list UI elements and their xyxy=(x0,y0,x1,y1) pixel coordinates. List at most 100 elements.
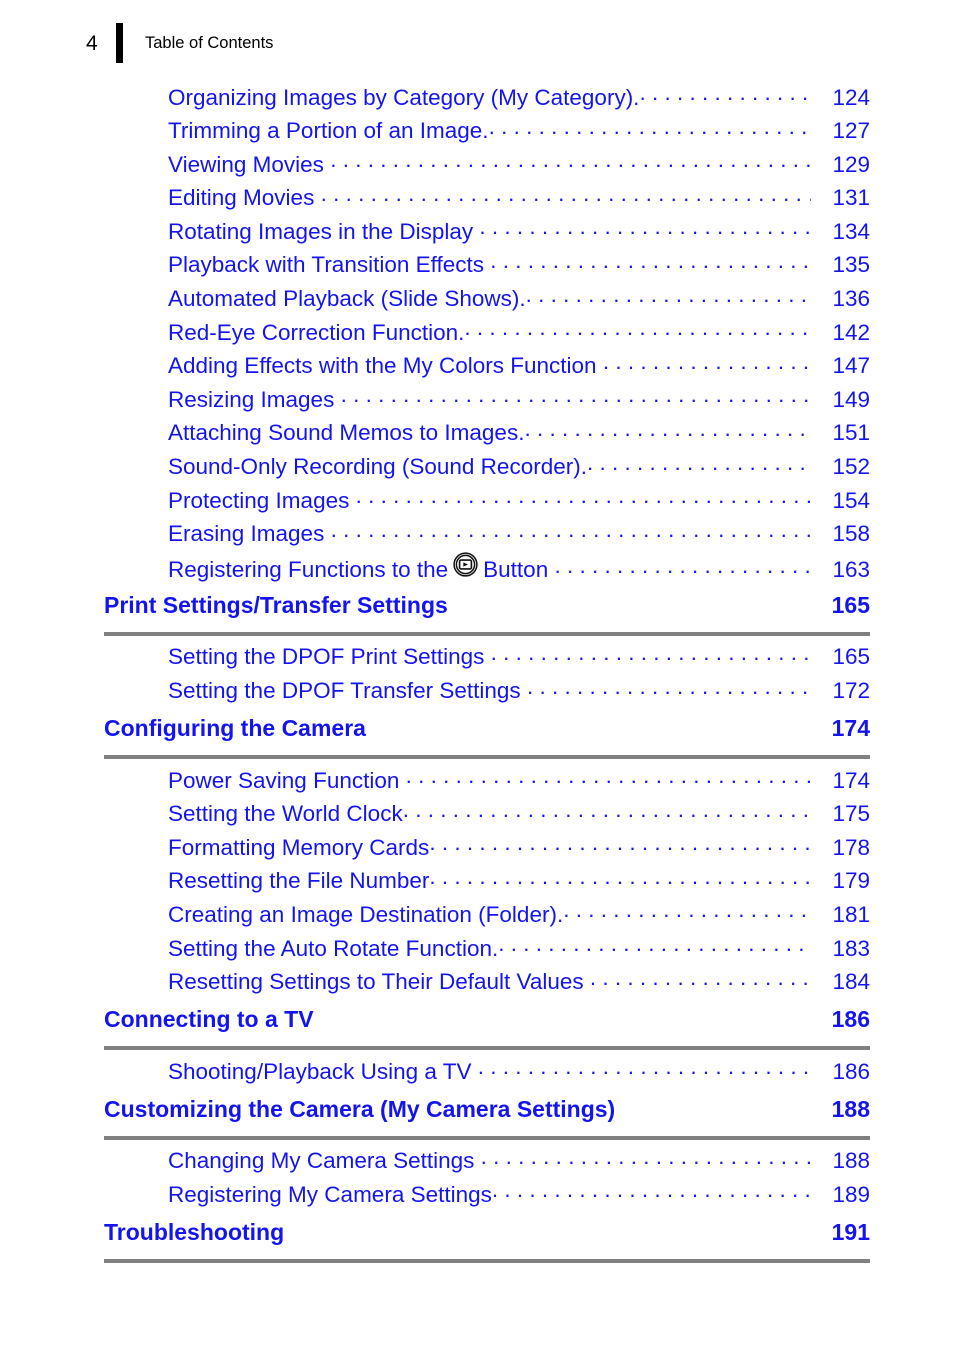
toc-entry-page-number: 127 xyxy=(832,118,870,144)
toc-entry-page-number: 189 xyxy=(832,1181,870,1207)
section-divider-rule xyxy=(104,1046,870,1051)
page-title: Table of Contents xyxy=(145,33,274,52)
toc-entry[interactable]: Attaching Sound Memos to Images. 151 xyxy=(168,418,870,452)
toc-entry[interactable]: Setting the DPOF Print Settings 165 xyxy=(168,642,870,676)
header-divider-bar xyxy=(116,23,123,63)
dot-leader xyxy=(478,1056,811,1079)
toc-section: Troubleshooting 191 xyxy=(104,1221,870,1264)
dot-leader xyxy=(356,485,811,508)
toc-entry-title: Setting the World Clock xyxy=(168,801,403,827)
toc-section-page-number: 186 xyxy=(831,1006,870,1033)
toc-entry-page-number: 184 xyxy=(832,969,870,995)
dot-leader xyxy=(590,967,811,990)
toc-entry[interactable]: Automated Playback (Slide Shows). 136 xyxy=(168,284,870,318)
toc-section-page-number: 191 xyxy=(831,1219,870,1246)
toc-section-group: Print Settings/Transfer Settings 165 Setti… xyxy=(104,591,870,1264)
table-of-contents: Organizing Images by Category (My Catego… xyxy=(104,82,870,1269)
toc-entry-title: Setting the DPOF Print Settings xyxy=(168,644,485,670)
toc-entry-title: Registering Functions to the xyxy=(168,557,449,583)
section-divider-rule xyxy=(104,1259,870,1264)
toc-section-title: Print Settings/Transfer Settings xyxy=(104,591,448,618)
toc-entry[interactable]: Editing Movies 131 xyxy=(168,183,870,217)
toc-entry-page-number: 147 xyxy=(832,353,870,379)
toc-entry-title: Setting the Auto Rotate Function. xyxy=(168,935,499,961)
toc-section-header[interactable]: Troubleshooting 191 xyxy=(104,1221,870,1255)
toc-entry-title: Resetting the File Number xyxy=(168,868,430,894)
toc-entry[interactable]: Resetting the File Number 179 xyxy=(168,866,870,900)
dot-leader xyxy=(479,216,811,239)
toc-section-page-number: 174 xyxy=(831,715,870,742)
toc-entry[interactable]: Organizing Images by Category (My Catego… xyxy=(168,82,870,116)
toc-entry[interactable]: Changing My Camera Settings 188 xyxy=(168,1146,870,1180)
toc-entry-page-number: 178 xyxy=(832,834,870,860)
toc-entry-title: Sound-Only Recording (Sound Recorder). xyxy=(168,454,587,480)
toc-entry-page-number: 172 xyxy=(832,678,870,703)
toc-section-header[interactable]: Configuring the Camera 174 xyxy=(104,717,870,751)
section-divider-rule xyxy=(104,631,870,636)
section-divider-rule xyxy=(104,755,870,760)
toc-entry-title: Editing Movies xyxy=(168,185,315,211)
dot-leader xyxy=(489,116,811,139)
toc-entry[interactable]: Setting the Auto Rotate Function. 183 xyxy=(168,933,870,967)
toc-entry-page-number: 135 xyxy=(832,252,870,278)
toc-entry-title: Shooting/Playback Using a TV xyxy=(168,1058,472,1084)
toc-entry[interactable]: Resizing Images 149 xyxy=(168,384,870,418)
toc-entry[interactable]: Red-Eye Correction Function. 142 xyxy=(168,317,870,351)
toc-entry[interactable]: Resetting Settings to Their Default Valu… xyxy=(168,967,870,1001)
toc-entry[interactable]: Formatting Memory Cards 178 xyxy=(168,832,870,866)
dot-leader xyxy=(498,933,811,956)
toc-entry-group-leading: Organizing Images by Category (My Catego… xyxy=(104,82,870,586)
toc-entry-page-number: 151 xyxy=(832,420,870,446)
toc-section-header[interactable]: Customizing the Camera (My Camera Settin… xyxy=(104,1095,870,1132)
toc-entry[interactable]: Viewing Movies 129 xyxy=(168,149,870,183)
toc-entry-page-number: 188 xyxy=(832,1148,870,1174)
toc-entry[interactable]: Protecting Images 154 xyxy=(168,485,870,519)
toc-entry-title: Erasing Images xyxy=(168,521,325,547)
toc-section-header[interactable]: Connecting to a TV 186 xyxy=(104,1008,870,1042)
dot-leader xyxy=(587,452,811,475)
dot-leader xyxy=(491,642,811,665)
toc-entry-page-number: 179 xyxy=(832,868,870,894)
toc-section-page-number: 188 xyxy=(831,1095,870,1122)
toc-entry[interactable]: Sound-Only Recording (Sound Recorder). 15… xyxy=(168,452,870,486)
toc-entry[interactable]: Registering My Camera Settings 189 xyxy=(168,1179,870,1213)
page-number: 4 xyxy=(86,31,98,55)
toc-section: Connecting to a TV 186 Shooting/Playback U… xyxy=(104,1008,870,1090)
toc-section: Customizing the Camera (My Camera Settin… xyxy=(104,1095,870,1213)
toc-entry-page-number: 129 xyxy=(832,151,870,177)
toc-entry[interactable]: Trimming a Portion of an Image. 127 xyxy=(168,116,870,150)
dot-leader xyxy=(524,418,811,441)
toc-entry-page-number: 165 xyxy=(832,644,870,670)
dot-leader xyxy=(406,765,811,788)
toc-entry[interactable]: Rotating Images in the Display 134 xyxy=(168,216,870,250)
toc-section: Configuring the Camera 174 Power Saving Fu… xyxy=(104,717,870,1000)
dot-leader xyxy=(429,832,811,855)
toc-entry-page-number: 186 xyxy=(832,1058,870,1084)
toc-entry-page-number: 181 xyxy=(832,901,870,927)
toc-entry-title: Changing My Camera Settings xyxy=(168,1148,475,1174)
toc-entry[interactable]: Playback with Transition Effects 135 xyxy=(168,250,870,284)
toc-entry-page-number: 131 xyxy=(832,185,870,211)
dot-leader xyxy=(492,1179,811,1202)
toc-entry[interactable]: Erasing Images 158 xyxy=(168,519,870,553)
toc-entry-title: Viewing Movies xyxy=(168,151,324,177)
toc-entry[interactable]: Shooting/Playback Using a TV 186 xyxy=(168,1056,870,1090)
toc-entry-title: Formatting Memory Cards xyxy=(168,834,430,860)
toc-entry-page-number: 124 xyxy=(832,84,870,110)
toc-entry[interactable]: Creating an Image Destination (Folder). 1… xyxy=(168,899,870,933)
toc-entry-page-number: 154 xyxy=(832,487,870,513)
dot-leader xyxy=(341,384,811,407)
toc-entry[interactable]: Setting the World Clock 175 xyxy=(168,799,870,833)
dot-leader xyxy=(554,555,811,578)
toc-entry[interactable]: Power Saving Function 174 xyxy=(168,765,870,799)
toc-entry-title: Red-Eye Correction Function. xyxy=(168,319,465,345)
toc-entry[interactable]: Adding Effects with the My Colors Functi… xyxy=(168,351,870,385)
toc-entry[interactable]: Setting the DPOF Transfer Settings 172 xyxy=(168,676,870,710)
dot-leader xyxy=(490,250,811,273)
toc-entry[interactable]: Registering Functions to the Button 163 xyxy=(168,552,870,586)
toc-entry-title: Protecting Images xyxy=(168,487,350,513)
toc-entry-title: Trimming a Portion of an Image. xyxy=(168,118,489,144)
toc-entry-page-number: 149 xyxy=(832,386,870,412)
toc-entry-page-number: 175 xyxy=(832,801,870,827)
toc-section-header[interactable]: Print Settings/Transfer Settings 165 xyxy=(104,591,870,628)
